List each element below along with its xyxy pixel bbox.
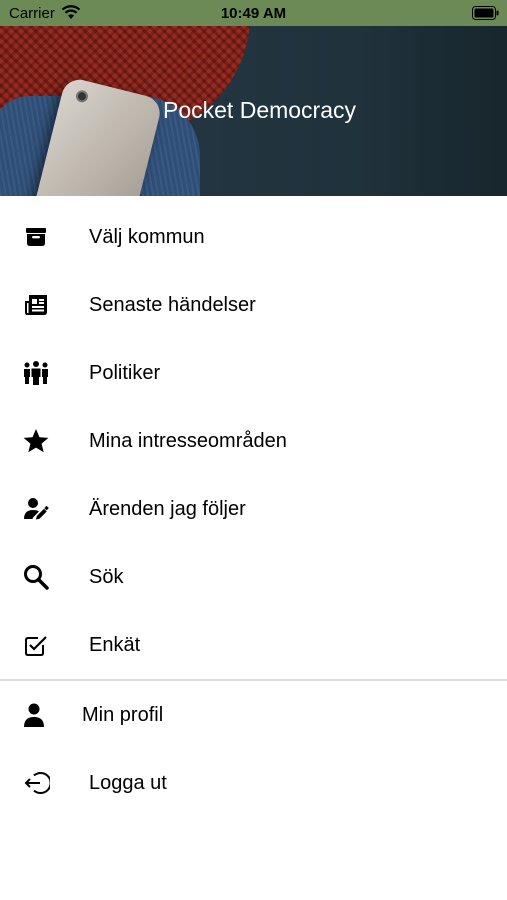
menu-item-label: Mina intresseområden — [89, 430, 287, 452]
menu-item-label: Politiker — [89, 362, 161, 384]
star-icon — [22, 427, 50, 455]
menu-item-label: Min profil — [82, 704, 164, 726]
drawer-header: Pocket Democracy — [0, 26, 507, 196]
menu-item-label: Sök — [89, 566, 124, 588]
user-icon — [20, 701, 48, 729]
checkbox-icon — [22, 631, 50, 659]
menu-item-sok[interactable]: Sök — [0, 543, 507, 611]
menu-item-mina-intresseomraden[interactable]: Mina intresseområden — [0, 407, 507, 475]
menu-item-label: Välj kommun — [89, 226, 205, 248]
menu-item-label: Senaste händelser — [89, 294, 256, 316]
menu-item-enkat[interactable]: Enkät — [0, 611, 507, 679]
battery-icon — [472, 6, 499, 20]
clock: 10:49 AM — [220, 5, 287, 22]
menu-item-min-profil[interactable]: Min profil — [0, 681, 507, 749]
status-bar: Carrier 10:49 AM — [0, 0, 507, 26]
archive-icon — [22, 223, 50, 251]
people-icon — [22, 359, 50, 387]
menu-item-valj-kommun[interactable]: Välj kommun — [0, 203, 507, 271]
app-title: Pocket Democracy — [163, 97, 357, 123]
menu-item-label: Ärenden jag följer — [89, 498, 246, 520]
logout-icon — [22, 769, 50, 797]
menu-item-senaste-handelser[interactable]: Senaste händelser — [0, 271, 507, 339]
menu-item-label: Enkät — [89, 634, 141, 656]
newspaper-icon — [22, 291, 50, 319]
user-edit-icon — [22, 495, 50, 523]
menu-item-logga-ut[interactable]: Logga ut — [0, 749, 507, 817]
search-icon — [22, 563, 50, 591]
menu-item-label: Logga ut — [89, 772, 167, 794]
menu-item-arenden-jag-foljer[interactable]: Ärenden jag följer — [0, 475, 507, 543]
menu-item-politiker[interactable]: Politiker — [0, 339, 507, 407]
